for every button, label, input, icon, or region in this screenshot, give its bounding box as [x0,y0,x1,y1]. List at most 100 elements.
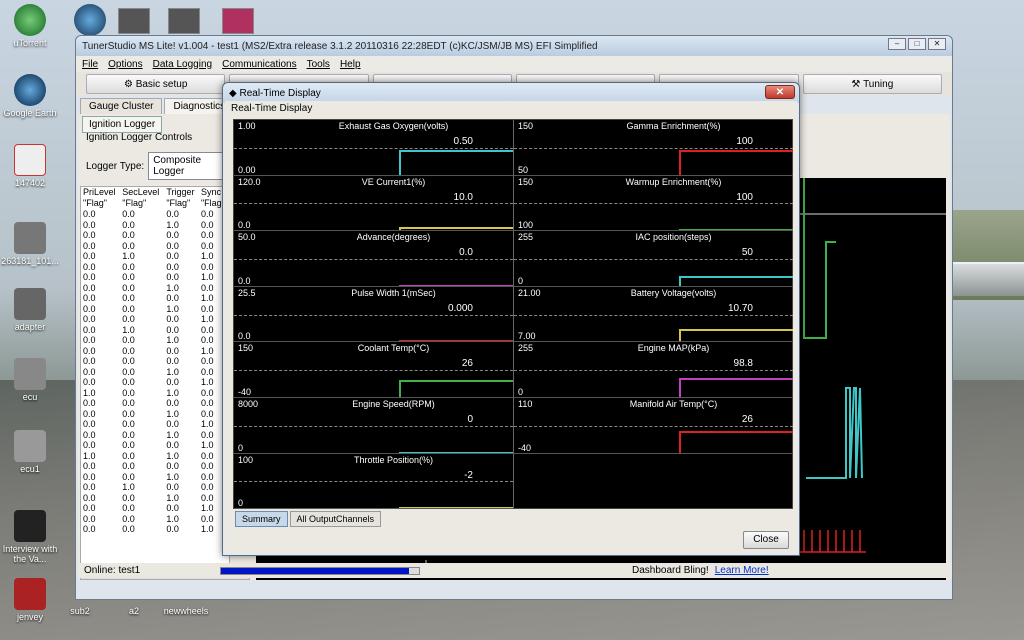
table-cell: 0.0 [166,261,179,272]
desktop-icon-newwheels[interactable]: newwheels [156,606,216,616]
dialog-close-icon[interactable]: ✕ [765,85,795,99]
close-button[interactable]: Close [743,531,789,549]
desktop-icon-adapter[interactable]: adapter [0,288,60,332]
menu-options[interactable]: Options [108,59,142,70]
table-row[interactable]: 0.0 0.0 1.0 0.0 [81,335,229,346]
table-cell: 1.0 [166,513,179,524]
table-row[interactable]: 0.0 0.0 0.0 0.0 [81,230,229,241]
desktop-icon-263181[interactable]: 263181_101... [0,222,60,266]
table-cell: 0.0 [83,251,96,261]
table-row[interactable]: 0.0 0.0 0.0 1.0 [81,377,229,388]
table-row[interactable]: 1.0 0.0 1.0 0.0 [81,451,229,462]
desktop-thumbnail-2[interactable] [168,8,200,34]
table-row[interactable]: 0.0 0.0 0.0 1.0 [81,314,229,325]
table-row[interactable]: 0.0 0.0 1.0 0.0 [81,367,229,378]
desktop-icon-sub2[interactable]: sub2 [50,606,110,616]
menu-help[interactable]: Help [340,59,361,70]
table-cell: 0.0 [83,240,96,251]
table-cell: 1.0 [83,387,96,398]
table-row[interactable]: 0.0 0.0 0.0 0.0 [81,398,229,409]
menu-communications[interactable]: Communications [222,59,296,70]
close-icon[interactable]: ✕ [928,38,946,50]
desktop-icon-ecu[interactable]: ecu [0,358,60,402]
table-row[interactable]: 0.0 0.0 0.0 1.0 [81,503,229,514]
table-cell: 0.0 [122,408,135,419]
table-row[interactable]: 0.0 0.0 1.0 0.0 [81,409,229,420]
desktop-icon-147402[interactable]: 147402 [0,144,60,188]
table-cell: 0.0 [122,293,135,303]
table-cell: 1.0 [166,219,179,230]
tab-summary[interactable]: Summary [235,511,288,527]
table-row[interactable]: 0.0 0.0 1.0 0.0 [81,514,229,525]
table-row[interactable]: 0.0 0.0 0.0 1.0 [81,272,229,283]
table-row[interactable]: 0.0 0.0 0.0 1.0 [81,293,229,304]
desktop-icon-ecu1[interactable]: ecu1 [0,430,60,474]
table-row[interactable]: 0.0 0.0 0.0 1.0 [81,346,229,357]
table-cell: 0.0 [83,471,96,482]
table-cell: 0.0 [83,524,96,534]
tuning-button[interactable]: ⚒ Tuning [802,74,942,94]
table-row[interactable]: 0.0 0.0 0.0 1.0 [81,524,229,535]
table-row[interactable]: 0.0 0.0 1.0 0.0 [81,220,229,231]
table-row[interactable]: 0.0 0.0 0.0 0.0 [81,209,229,220]
gauge-min: 0.0 [238,275,251,286]
dialog-title-bar[interactable]: ◆ Real-Time Display [223,83,799,103]
desktop-icon-google-earth[interactable]: Google Earth [0,74,60,118]
tab-all-output-channels[interactable]: All OutputChannels [289,511,382,527]
desktop-icon-a2[interactable]: a2 [104,606,164,616]
table-row[interactable]: 0.0 0.0 1.0 0.0 [81,304,229,315]
log-table[interactable]: PriLevel SecLevel Trigger Sync "Flag" "F… [80,186,230,566]
gauge-min: -40 [518,442,532,453]
table-cell: 0.0 [122,209,135,219]
table-row[interactable]: 0.0 1.0 0.0 0.0 [81,482,229,493]
progress-fill [221,567,410,574]
gauge-midline [234,314,513,316]
tuning-icon: ⚒ [851,78,864,90]
menu-file[interactable]: File [82,59,98,70]
gauge-midline [514,314,793,316]
table-row[interactable]: 0.0 0.0 0.0 0.0 [81,461,229,472]
table-cell: 0.0 [166,324,179,335]
table-row[interactable]: 0.0 0.0 1.0 0.0 [81,493,229,504]
gauge-cell: 8000 0 Engine Speed(RPM) 0 [234,398,513,454]
table-row[interactable]: 0.0 0.0 1.0 0.0 [81,472,229,483]
table-cell: 0.0 [83,440,96,450]
table-cell: 0.0 [83,429,96,440]
desktop-thumbnail-1[interactable] [118,8,150,34]
table-cell: 0.0 [122,219,135,230]
table-row[interactable]: 0.0 0.0 0.0 0.0 [81,262,229,273]
menu-tools[interactable]: Tools [307,59,330,70]
table-cell: 0.0 [122,419,135,429]
tab-ignition-logger[interactable]: Ignition Logger [82,116,163,133]
logger-type-row: Logger Type: Composite Logger [86,152,231,180]
table-row[interactable]: 0.0 0.0 0.0 0.0 [81,356,229,367]
maximize-icon[interactable]: □ [908,38,926,50]
table-cell: 0.0 [166,345,179,356]
table-row[interactable]: 0.0 0.0 0.0 1.0 [81,440,229,451]
logger-type-select[interactable]: Composite Logger [148,152,231,180]
table-row[interactable]: 0.0 0.0 0.0 1.0 [81,419,229,430]
table-cell: 1.0 [122,482,135,492]
gauge-title: VE Current1(%) [361,176,426,187]
internet-explorer-icon[interactable] [60,4,120,38]
gauge-title: Engine Speed(RPM) [352,399,435,409]
table-row[interactable]: 0.0 0.0 0.0 0.0 [81,241,229,252]
table-row[interactable]: 1.0 0.0 1.0 0.0 [81,388,229,399]
desktop-thumbnail-3[interactable] [222,8,254,34]
basic-setup-button[interactable]: ⚙ Basic setup [86,74,226,94]
gauge-min: 0 [238,498,244,509]
table-row[interactable]: 0.0 0.0 1.0 0.0 [81,283,229,294]
gauge-row-divider [234,508,513,510]
gauge-title: Exhaust Gas Oxygen(volts) [338,121,449,131]
learn-more-link[interactable]: Learn More! [715,565,769,576]
table-row[interactable]: 0.0 0.0 1.0 0.0 [81,430,229,441]
menu-data-logging[interactable]: Data Logging [153,59,213,70]
table-cell: 0.0 [166,398,179,408]
table-row[interactable]: 0.0 1.0 0.0 0.0 [81,325,229,336]
desktop-icon-utorrent[interactable]: uTorrent [0,4,60,48]
table-cell: 0.0 [83,303,96,314]
minimize-icon[interactable]: – [888,38,906,50]
table-row[interactable]: 0.0 1.0 0.0 1.0 [81,251,229,262]
window-title-bar[interactable]: TunerStudio MS Lite! v1.004 - test1 (MS2… [76,36,952,56]
desktop-icon-interview[interactable]: Interview with the Va... [0,510,60,564]
